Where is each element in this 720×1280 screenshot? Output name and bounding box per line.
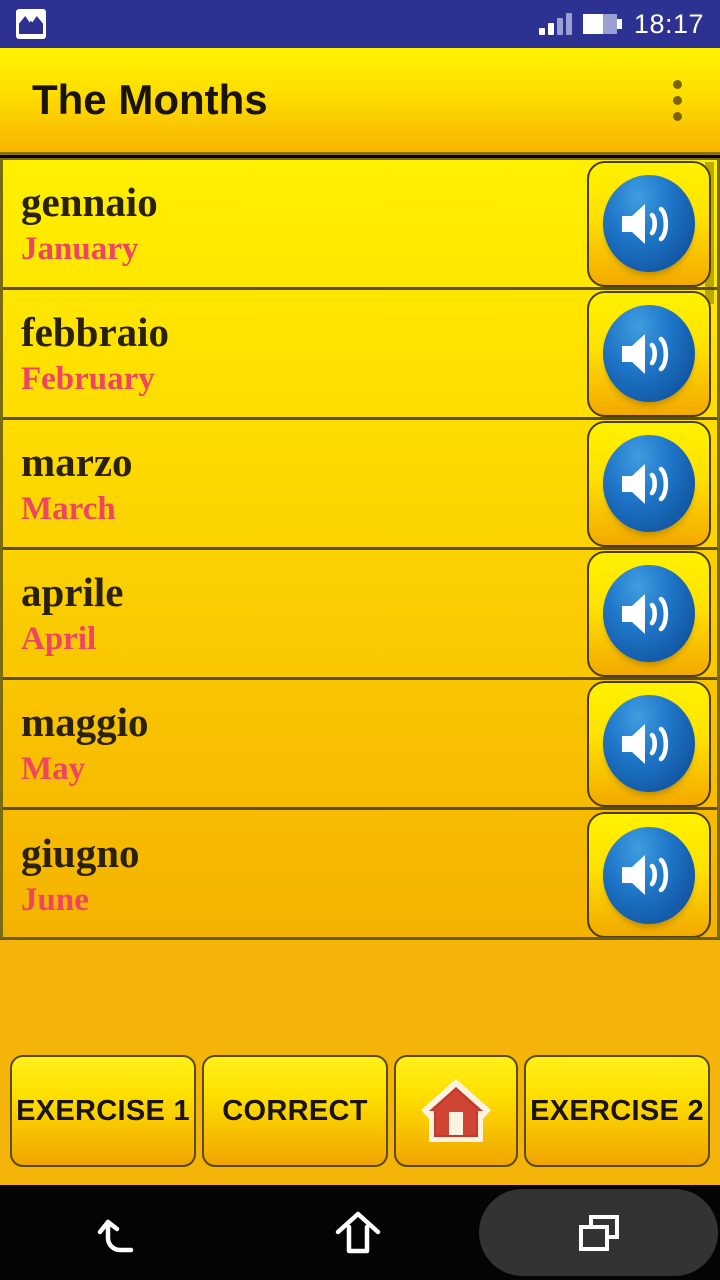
phone-screen: 18:17 The Months gennaio January febbrai…	[0, 0, 720, 1280]
signal-bars-icon	[538, 13, 572, 35]
nav-back-button[interactable]	[0, 1185, 239, 1280]
home-outline-icon	[335, 1211, 381, 1253]
screenshot-image-icon	[16, 9, 46, 39]
list-item-text: aprile April	[21, 568, 124, 657]
list-item-text: maggio May	[21, 698, 149, 787]
speak-button[interactable]	[587, 550, 711, 677]
word-native: febbraio	[21, 308, 170, 355]
list-item[interactable]: febbraio February	[3, 290, 717, 420]
overflow-menu-icon[interactable]	[659, 70, 696, 131]
list-item[interactable]: gennaio January	[3, 160, 717, 290]
exercise-2-button[interactable]: EXERCISE 2	[524, 1055, 710, 1167]
correct-button[interactable]: CORRECT	[202, 1055, 388, 1167]
speaker-icon	[603, 305, 695, 402]
word-translation: June	[21, 882, 89, 918]
word-native: gennaio	[21, 178, 158, 225]
list-item[interactable]: aprile April	[3, 550, 717, 680]
exercise-1-button[interactable]: EXERCISE 1	[10, 1055, 196, 1167]
speak-button[interactable]	[587, 812, 711, 937]
word-native: giugno	[21, 830, 140, 876]
word-native: marzo	[21, 438, 133, 485]
word-translation: April	[21, 620, 97, 657]
status-bar-left	[16, 9, 46, 39]
bottom-button-bar: EXERCISE 1 CORRECT EXERCISE 2	[0, 940, 720, 1185]
word-translation: February	[21, 360, 155, 397]
list-item-text: gennaio January	[21, 178, 158, 267]
nav-recents-button[interactable]	[479, 1189, 719, 1276]
speaker-icon	[603, 175, 695, 272]
word-translation: May	[21, 750, 86, 787]
list-item-text: marzo March	[21, 438, 133, 527]
speak-button[interactable]	[587, 290, 711, 417]
speaker-icon	[603, 565, 695, 662]
months-list[interactable]: gennaio January febbraio February marzo …	[0, 158, 720, 940]
status-bar-right: 18:17	[538, 8, 704, 40]
list-item-text: giugno June	[21, 833, 140, 917]
battery-icon	[582, 14, 622, 34]
word-native: maggio	[21, 698, 149, 745]
nav-home-button[interactable]	[239, 1185, 478, 1280]
android-nav-bar	[0, 1185, 720, 1280]
list-item-text: febbraio February	[21, 308, 170, 397]
back-arrow-icon	[98, 1219, 134, 1252]
speak-button[interactable]	[587, 680, 711, 807]
word-translation: January	[21, 230, 139, 267]
speaker-icon	[603, 826, 695, 924]
list-item[interactable]: marzo March	[3, 420, 717, 550]
list-item[interactable]: maggio May	[3, 680, 717, 810]
list-item[interactable]: giugno June	[3, 810, 717, 937]
speaker-icon	[603, 435, 695, 532]
speak-button[interactable]	[587, 420, 711, 547]
word-translation: March	[21, 490, 116, 527]
recents-squares-icon	[578, 1214, 619, 1251]
word-native: aprile	[21, 568, 124, 615]
speak-button[interactable]	[587, 160, 711, 287]
status-bar-clock: 18:17	[633, 8, 704, 39]
home-icon	[421, 1079, 491, 1142]
status-bar: 18:17	[0, 0, 720, 48]
home-button[interactable]	[394, 1055, 518, 1167]
speaker-icon	[603, 695, 695, 792]
page-title: The Months	[32, 76, 268, 123]
action-bar: The Months	[0, 48, 720, 155]
